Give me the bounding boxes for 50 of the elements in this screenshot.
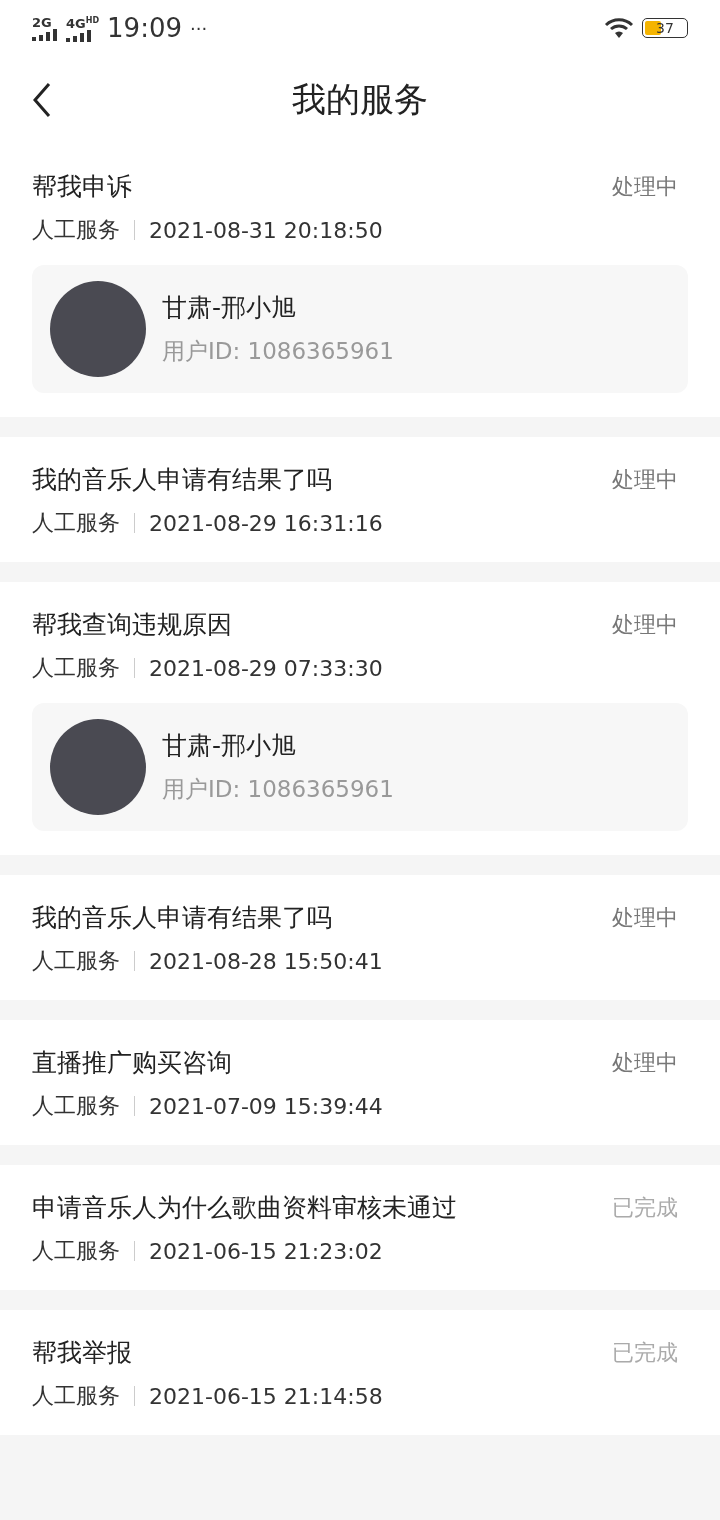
user-card[interactable]: 甘肃-邢小旭 用户ID: 1086365961 <box>32 703 688 831</box>
service-title: 我的音乐人申请有结果了吗 <box>32 464 332 496</box>
service-item[interactable]: 申请音乐人为什么歌曲资料审核未通过 已完成 人工服务 2021-06-15 21:23:02 <box>0 1165 720 1290</box>
user-id: 用户ID: 1086365961 <box>162 337 394 366</box>
service-title: 帮我举报 <box>32 1337 132 1369</box>
service-time: 2021-08-29 07:33:30 <box>149 655 383 681</box>
service-time: 2021-06-15 21:14:58 <box>149 1383 383 1409</box>
service-type: 人工服务 <box>32 1092 120 1120</box>
service-status: 已完成 <box>612 1338 678 1367</box>
service-type: 人工服务 <box>32 654 120 682</box>
service-item[interactable]: 我的音乐人申请有结果了吗 处理中 人工服务 2021-08-28 15:50:41 <box>0 875 720 1000</box>
service-type: 人工服务 <box>32 509 120 537</box>
network-label: 2G <box>32 15 52 29</box>
clock-time: 19:09 <box>107 13 182 43</box>
service-item[interactable]: 帮我申诉 处理中 人工服务 2021-08-31 20:18:50 甘肃-邢小旭 用户ID: 1086365961 <box>0 144 720 417</box>
service-title: 申请音乐人为什么歌曲资料审核未通过 <box>32 1192 457 1224</box>
service-time: 2021-07-09 15:39:44 <box>149 1093 383 1119</box>
service-status: 处理中 <box>612 172 678 201</box>
service-item[interactable]: 帮我查询违规原因 处理中 人工服务 2021-08-29 07:33:30 甘肃-邢小旭 用户ID: 1086365961 <box>0 582 720 855</box>
user-name: 甘肃-邢小旭 <box>162 292 298 324</box>
service-status: 处理中 <box>612 903 678 932</box>
back-icon[interactable] <box>32 82 52 118</box>
service-time: 2021-08-29 16:31:16 <box>149 510 383 536</box>
more-indicator: ··· <box>190 17 208 39</box>
service-title: 帮我申诉 <box>32 171 132 203</box>
service-time: 2021-06-15 21:23:02 <box>149 1238 383 1264</box>
user-card[interactable]: 甘肃-邢小旭 用户ID: 1086365961 <box>32 265 688 393</box>
network-label: 4G$^{HD}$ <box>66 14 100 31</box>
service-item[interactable]: 帮我举报 已完成 人工服务 2021-06-15 21:14:58 <box>0 1310 720 1435</box>
signal-icon <box>66 30 92 43</box>
service-item[interactable]: 直播推广购买咨询 处理中 人工服务 2021-07-09 15:39:44 <box>0 1020 720 1145</box>
user-id: 用户ID: 1086365961 <box>162 775 394 804</box>
service-title: 帮我查询违规原因 <box>32 609 232 641</box>
page-title: 我的服务 <box>292 78 428 121</box>
service-type: 人工服务 <box>32 1237 120 1265</box>
service-type: 人工服务 <box>32 947 120 975</box>
service-title: 我的音乐人申请有结果了吗 <box>32 902 332 934</box>
user-name: 甘肃-邢小旭 <box>162 730 298 762</box>
wifi-icon <box>604 17 634 39</box>
service-item[interactable]: 我的音乐人申请有结果了吗 处理中 人工服务 2021-08-29 16:31:16 <box>0 437 720 562</box>
service-time: 2021-08-28 15:50:41 <box>149 948 383 974</box>
service-type: 人工服务 <box>32 216 120 244</box>
service-status: 已完成 <box>612 1193 678 1222</box>
service-status: 处理中 <box>612 1048 678 1077</box>
service-status: 处理中 <box>612 610 678 639</box>
signal-icon <box>32 28 58 41</box>
service-status: 处理中 <box>612 465 678 494</box>
service-time: 2021-08-31 20:18:50 <box>149 217 383 243</box>
service-type: 人工服务 <box>32 1382 120 1410</box>
service-title: 直播推广购买咨询 <box>32 1047 232 1079</box>
